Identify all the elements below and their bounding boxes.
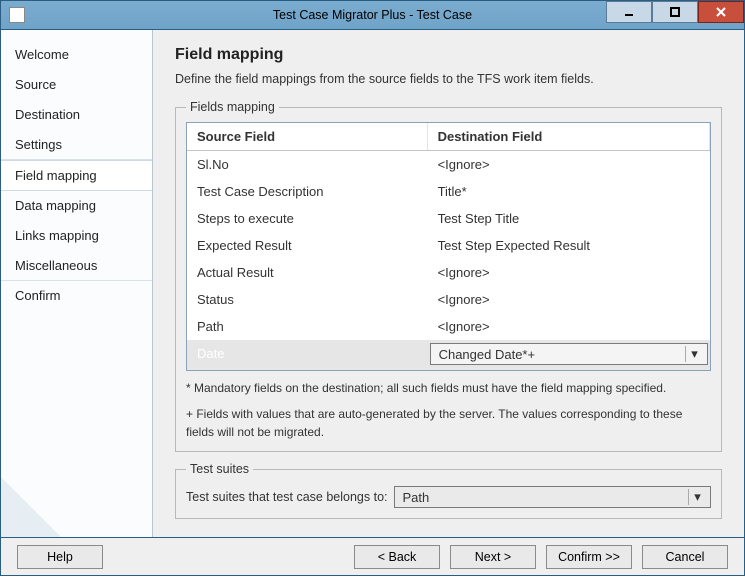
destination-cell: Title* [428, 181, 710, 202]
destination-cell: <Ignore> [428, 316, 710, 337]
sidebar-item-label: Links mapping [15, 228, 99, 243]
dropdown-value: Path [403, 490, 430, 505]
footer-bar: Help < Back Next > Confirm >> Cancel [0, 538, 745, 576]
column-destination: Destination Field [428, 123, 710, 150]
destination-cell: <Ignore> [428, 154, 710, 175]
page-description: Define the field mappings from the sourc… [175, 72, 722, 86]
sidebar-item-data-mapping[interactable]: Data mapping [1, 191, 152, 221]
sidebar-item-links-mapping[interactable]: Links mapping [1, 221, 152, 251]
sidebar-item-label: Data mapping [15, 198, 96, 213]
column-source: Source Field [187, 123, 428, 150]
mapping-row[interactable]: Status <Ignore> [187, 286, 710, 313]
app-icon [9, 7, 25, 23]
mapping-row-editing[interactable]: Date Changed Date*+ ▾ [187, 340, 710, 370]
cancel-button[interactable]: Cancel [642, 545, 728, 569]
title-bar: Test Case Migrator Plus - Test Case [0, 0, 745, 30]
mapping-row[interactable]: Actual Result <Ignore> [187, 259, 710, 286]
note-autogen: + Fields with values that are auto-gener… [186, 405, 711, 441]
window-title: Test Case Migrator Plus - Test Case [273, 8, 472, 22]
sidebar-decoration [1, 477, 61, 537]
test-suites-row: Test suites that test case belongs to: P… [186, 486, 711, 508]
minimize-button[interactable] [606, 1, 652, 23]
source-cell: Sl.No [187, 154, 428, 175]
page-heading: Field mapping [175, 46, 722, 64]
sidebar-item-confirm[interactable]: Confirm [1, 281, 152, 311]
destination-cell: Changed Date*+ ▾ [428, 343, 710, 367]
mapping-row[interactable]: Sl.No <Ignore> [187, 151, 710, 178]
source-cell: Expected Result [187, 235, 428, 256]
source-cell: Status [187, 289, 428, 310]
sidebar-item-label: Miscellaneous [15, 258, 97, 273]
sidebar-item-welcome[interactable]: Welcome [1, 40, 152, 70]
main-panel: Field mapping Define the field mappings … [153, 30, 744, 537]
source-cell: Path [187, 316, 428, 337]
sidebar-item-label: Destination [15, 107, 80, 122]
sidebar-item-miscellaneous[interactable]: Miscellaneous [1, 251, 152, 281]
test-suites-dropdown[interactable]: Path ▾ [394, 486, 711, 508]
window-buttons [606, 1, 744, 23]
sidebar-item-label: Settings [15, 137, 62, 152]
sidebar-item-settings[interactable]: Settings [1, 130, 152, 160]
test-suites-label: Test suites that test case belongs to: [186, 490, 388, 504]
dropdown-value: Changed Date*+ [439, 347, 536, 362]
destination-dropdown[interactable]: Changed Date*+ ▾ [430, 343, 708, 365]
sidebar-item-field-mapping[interactable]: Field mapping [1, 160, 152, 191]
mapping-grid[interactable]: Source Field Destination Field Sl.No <Ig… [186, 122, 711, 371]
grid-header: Source Field Destination Field [187, 123, 710, 151]
chevron-down-icon: ▾ [688, 489, 706, 505]
sidebar-item-label: Field mapping [15, 168, 97, 183]
sidebar-item-label: Welcome [15, 47, 69, 62]
sidebar-item-label: Source [15, 77, 56, 92]
confirm-button[interactable]: Confirm >> [546, 545, 632, 569]
chevron-down-icon: ▾ [685, 346, 703, 362]
destination-cell: <Ignore> [428, 262, 710, 283]
destination-cell: <Ignore> [428, 289, 710, 310]
test-suites-legend: Test suites [186, 462, 253, 476]
back-button[interactable]: < Back [354, 545, 440, 569]
note-mandatory: * Mandatory fields on the destination; a… [186, 379, 711, 397]
source-cell: Test Case Description [187, 181, 428, 202]
mapping-row[interactable]: Path <Ignore> [187, 313, 710, 340]
test-suites-group: Test suites Test suites that test case b… [175, 462, 722, 519]
mapping-row[interactable]: Steps to execute Test Step Title [187, 205, 710, 232]
content-area: Welcome Source Destination Settings Fiel… [0, 30, 745, 538]
next-button[interactable]: Next > [450, 545, 536, 569]
mapping-row[interactable]: Expected Result Test Step Expected Resul… [187, 232, 710, 259]
destination-cell: Test Step Title [428, 208, 710, 229]
wizard-sidebar: Welcome Source Destination Settings Fiel… [1, 30, 153, 537]
close-button[interactable] [698, 1, 744, 23]
fields-mapping-group: Fields mapping Source Field Destination … [175, 100, 722, 452]
help-button[interactable]: Help [17, 545, 103, 569]
sidebar-item-destination[interactable]: Destination [1, 100, 152, 130]
mapping-row[interactable]: Test Case Description Title* [187, 178, 710, 205]
maximize-button[interactable] [652, 1, 698, 23]
sidebar-item-label: Confirm [15, 288, 61, 303]
source-cell: Date [187, 343, 428, 367]
source-cell: Steps to execute [187, 208, 428, 229]
sidebar-item-source[interactable]: Source [1, 70, 152, 100]
destination-cell: Test Step Expected Result [428, 235, 710, 256]
source-cell: Actual Result [187, 262, 428, 283]
fields-mapping-legend: Fields mapping [186, 100, 279, 114]
